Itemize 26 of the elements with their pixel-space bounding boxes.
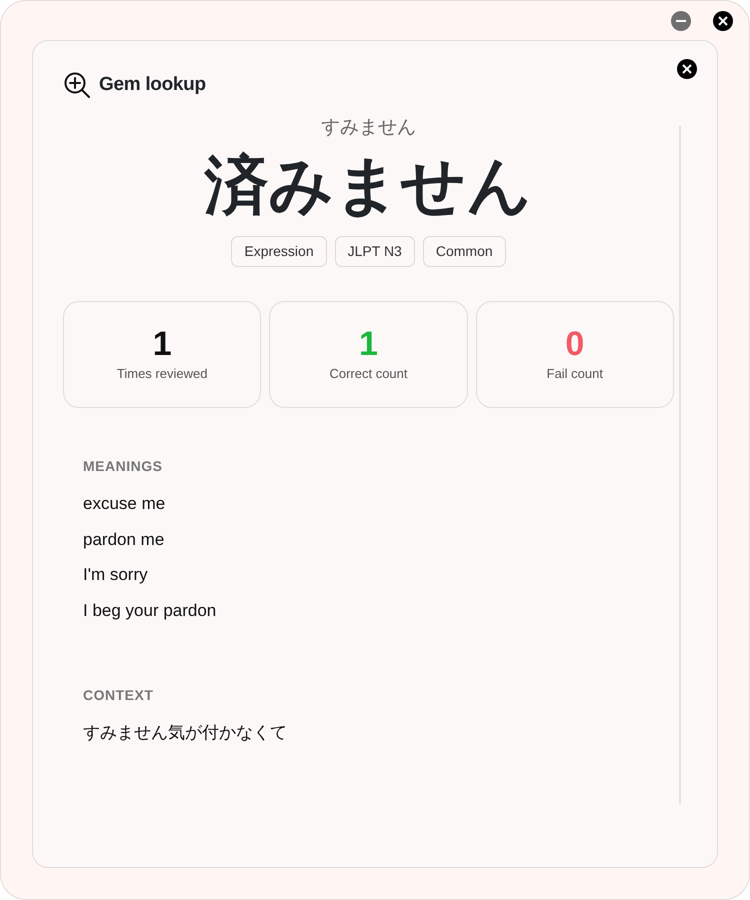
tag: JLPT N3: [334, 236, 415, 268]
tag: Expression: [231, 236, 327, 268]
panel-title: Gem lookup: [99, 73, 206, 97]
headword: 済みません: [204, 149, 532, 221]
context-sentence: すみません気が付かなくて: [83, 722, 288, 744]
close-button[interactable]: [713, 11, 733, 31]
tag: Common: [422, 236, 506, 268]
meaning-text: I'm sorry: [83, 564, 149, 586]
section-heading: MEANINGS: [83, 457, 164, 476]
meaning-text: I beg your pardon: [83, 600, 218, 622]
meaning-text: pardon me: [83, 528, 166, 551]
minus-icon: [676, 19, 686, 23]
section-heading: CONTEXT: [83, 686, 154, 706]
stat-label: Correct count: [329, 364, 408, 383]
minimize-button[interactable]: [671, 11, 691, 31]
stat-value: 1: [152, 326, 172, 364]
close-button[interactable]: [677, 59, 697, 79]
reading-text: すみません: [321, 116, 416, 138]
stat-value: 1: [359, 326, 378, 364]
close-icon: [682, 64, 692, 74]
zoom-in-icon: [63, 71, 91, 100]
stat-label: Fail count: [546, 364, 603, 383]
meaning-text: excuse me: [83, 493, 166, 516]
stat-label: Times reviewed: [116, 364, 208, 383]
stat-value: 0: [565, 326, 584, 364]
close-icon: [718, 16, 728, 26]
